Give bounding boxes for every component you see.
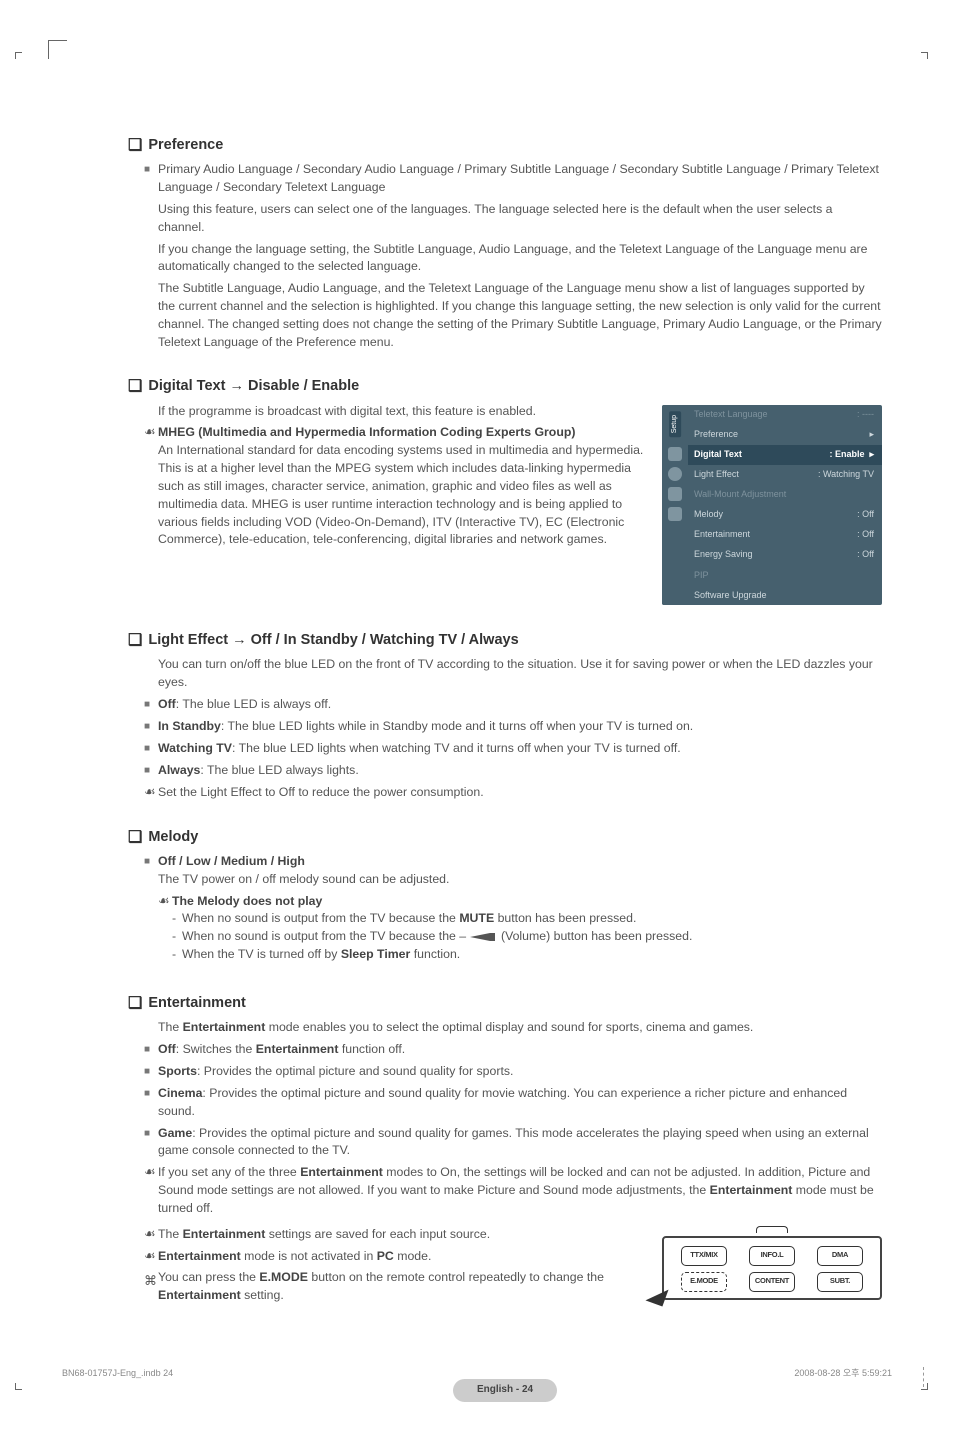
osd-menu: Teletext Language: ---- Preference▸ Digi… [688,405,882,605]
osd-icon [668,487,682,501]
body-text: Primary Audio Language / Secondary Audio… [158,161,882,197]
body-text: Using this feature, users can select one… [158,201,882,237]
list-item: ■Watching TV: The blue LED lights when w… [144,740,882,758]
note-icon: ☙ [144,424,158,549]
heading-text: Digital Text → Disable / Enable [148,378,359,394]
osd-item: Light Effect: Watching TV [688,465,882,485]
bullet-icon: ■ [144,718,158,736]
osd-item-selected: Digital Text: Enable ▸ [688,445,882,465]
page-number: English - 24 [128,1379,882,1402]
heading-text: Light Effect → Off / In Standby / Watchi… [148,632,518,648]
crop-mark [48,40,67,59]
remote-button-content: CONTENT [749,1272,795,1292]
note-icon: ☙ [144,784,158,802]
osd-item: Melody: Off [688,505,882,525]
osd-icon [668,447,682,461]
note-icon: ☙ [144,1248,158,1266]
crop-mark [15,52,22,59]
heading-melody: ❑Melody [128,826,882,849]
bullet-icon: ■ [144,1085,158,1121]
osd-sidebar: Setup [662,405,688,605]
bullet-icon: ■ [144,1125,158,1161]
bullet-icon: ■ [144,696,158,714]
osd-item: PIP [688,565,882,585]
body-text: An International standard for data encod… [158,442,650,549]
body-text: Set the Light Effect to Off to reduce th… [158,784,882,802]
footer-timestamp: 2008-08-28 오후 5:59:21 [794,1367,892,1380]
footer-filename: BN68-01757J-Eng_.indb 24 [62,1367,173,1380]
osd-item: Software Upgrade [688,585,882,605]
heading-light-effect: ❑Light Effect → Off / In Standby / Watch… [128,629,882,652]
remote-grip-icon [756,1226,788,1233]
list-item: ■ Primary Audio Language / Secondary Aud… [144,161,882,351]
page-number-label: English - 24 [453,1379,557,1402]
remote-illustration: TTX/MIX INFO.L DMA E.MODE CONTENT SUBT. [662,1226,882,1300]
remote-icon: ⌘ [144,1273,158,1305]
list-item: ■In Standby: The blue LED lights while i… [144,718,882,736]
remote-button-subt: SUBT. [817,1272,863,1292]
note-icon: ☙ [158,893,172,964]
note-item: ⌘You can press the E.MODE button on the … [144,1269,650,1305]
list-item: ■ Off / Low / Medium / High The TV power… [144,853,882,968]
osd-item: Entertainment: Off [688,525,882,545]
remote-button-dma: DMA [817,1246,863,1266]
heading-text: Preference [148,137,223,153]
body-text: You can turn on/off the blue LED on the … [158,656,882,692]
page: ❑Preference ■ Primary Audio Language / S… [0,0,954,1442]
body-text: The Entertainment mode enables you to se… [158,1019,882,1037]
bullet-icon: ■ [144,1063,158,1081]
list-item: ■Game: Provides the optimal picture and … [144,1125,882,1161]
osd-icon [668,467,682,481]
remote-button-info: INFO.L [749,1246,795,1266]
osd-item: Energy Saving: Off [688,545,882,565]
osd-icon [668,507,682,521]
remote-button-ttxmix: TTX/MIX [681,1246,727,1266]
heading-preference: ❑Preference [128,134,882,157]
bullet-icon: ■ [144,740,158,758]
list-item: ■Off: The blue LED is always off. [144,696,882,714]
body-text: If you change the language setting, the … [158,241,882,277]
list-item: ☙ MHEG (Multimedia and Hypermedia Inform… [144,424,650,549]
list-item: ■Sports: Provides the optimal picture an… [144,1063,882,1081]
heading-text: Melody [148,829,198,845]
heading-digital-text: ❑Digital Text → Disable / Enable [128,375,882,398]
osd-item: Teletext Language: ---- [688,405,882,425]
note-item: ☙Entertainment mode is not activated in … [144,1248,650,1266]
osd-tab-label: Setup [669,411,681,437]
list-item: ■Always: The blue LED always lights. [144,762,882,780]
bullet-icon: ■ [144,762,158,780]
body-text: The TV power on / off melody sound can b… [158,871,882,889]
crop-mark [15,1383,22,1390]
subheading: Off / Low / Medium / High [158,853,882,871]
heading-entertainment: ❑Entertainment [128,992,882,1015]
body-text: -When no sound is output from the TV bec… [172,928,882,946]
note-icon: ☙ [144,1226,158,1244]
osd-item: Wall-Mount Adjustment [688,485,882,505]
note-icon: ☙ [144,1164,158,1217]
note-item: ☙ The Melody does not play -When no soun… [158,893,882,964]
body-text: If the programme is broadcast with digit… [158,403,650,421]
list-item: ■Off: Switches the Entertainment functio… [144,1041,882,1059]
crop-mark [921,52,928,59]
subheading: MHEG (Multimedia and Hypermedia Informat… [158,424,650,442]
note-item: ☙If you set any of the three Entertainme… [144,1164,882,1217]
list-item: ■Cinema: Provides the optimal picture an… [144,1085,882,1121]
subheading: The Melody does not play [172,893,882,911]
bullet-icon: ■ [144,853,158,968]
crop-mark [923,1367,924,1387]
remote-button-emode: E.MODE [681,1272,727,1292]
body-text: -When the TV is turned off by Sleep Time… [172,946,882,964]
body-text: -When no sound is output from the TV bec… [172,910,882,928]
osd-screenshot: Setup Teletext Language: ---- Preference… [662,405,882,605]
note-item: ☙Set the Light Effect to Off to reduce t… [144,784,882,802]
heading-text: Entertainment [148,995,246,1011]
osd-item: Preference▸ [688,425,882,445]
body-text: The Subtitle Language, Audio Language, a… [158,280,882,351]
bullet-icon: ■ [144,1041,158,1059]
volume-down-icon [470,933,498,941]
note-item: ☙The Entertainment settings are saved fo… [144,1226,650,1244]
bullet-icon: ■ [144,161,158,351]
